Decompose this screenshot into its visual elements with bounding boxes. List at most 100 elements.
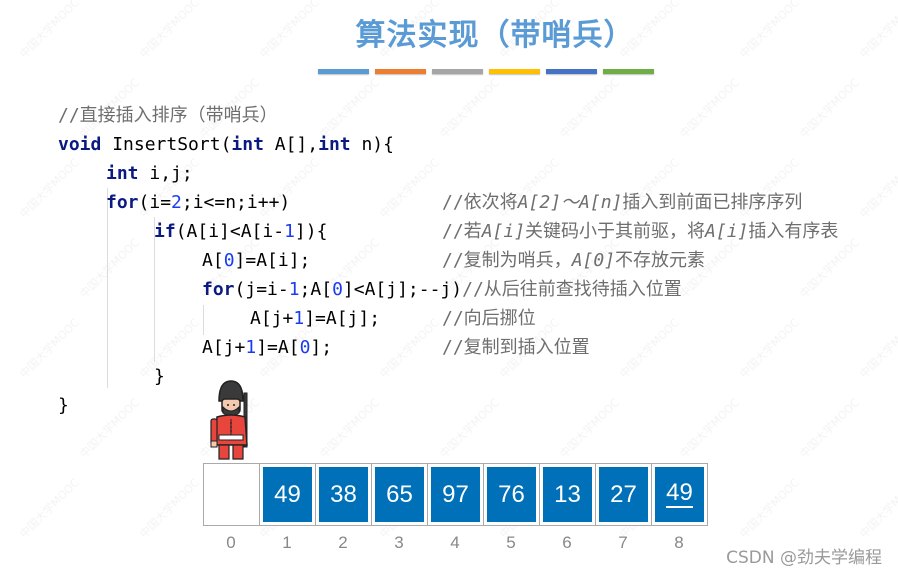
cell-value-text: 76 <box>498 480 525 508</box>
color-bar <box>432 69 483 74</box>
cell-value-text: 38 <box>330 480 357 508</box>
comment-code: A[i] <box>705 221 749 242</box>
array-indices: 0 1 2 3 4 5 6 7 8 <box>203 533 707 553</box>
number-literal: 1 <box>288 279 300 300</box>
accent-color-bars <box>318 69 654 74</box>
array-cell: 13 <box>540 464 596 525</box>
array-index-label: 5 <box>506 533 516 552</box>
code-comment: //依次将A[2]～A[n]插入到前面已排序序列 <box>442 188 802 217</box>
color-bar <box>603 69 654 74</box>
cell-value: 13 <box>543 467 592 522</box>
comment-text: 插入到前面已排序序列 <box>622 192 803 213</box>
code-text: A[j+ <box>202 337 246 358</box>
array-index-label: 6 <box>562 533 572 552</box>
comment-text: 关键码小于其前驱，将 <box>525 221 706 242</box>
number-literal: 0 <box>332 279 343 300</box>
array-index-label: 0 <box>226 533 236 552</box>
code-line-function-signature: void InsertSort(int A[],int n){ <box>58 130 394 159</box>
code-text: ]=A[ <box>256 337 300 358</box>
array-index-label: 7 <box>618 533 628 552</box>
indent-guide <box>107 188 108 388</box>
watermark-text: 中国大学MOOC <box>137 476 202 541</box>
code-text: A[ <box>202 250 224 271</box>
cell-value-text: 49 <box>666 479 693 508</box>
array-cell: 38 <box>316 464 372 525</box>
code-line-if: if(A[i]<A[i-1]){ <box>154 217 327 246</box>
watermark-text: 中国大学MOOC <box>617 316 682 381</box>
comment-code: A[0] <box>571 250 616 271</box>
keyword: for <box>106 192 139 213</box>
color-bar <box>546 69 597 74</box>
code-text: ]=A[i]; <box>234 250 311 271</box>
code-line-insert: A[j+1]=A[0]; <box>202 333 332 362</box>
cell-value: 49 <box>263 467 312 522</box>
comment-code: A[2]～A[n] <box>517 192 623 213</box>
array-index-label: 8 <box>674 533 684 552</box>
cell-value: 27 <box>599 467 648 522</box>
watermark-text: 中国大学MOOC <box>77 236 142 301</box>
code-text: InsertSort( <box>101 134 232 155</box>
watermark-text: 中国大学MOOC <box>17 156 82 221</box>
code-text: A[], <box>263 134 319 155</box>
array-index-label: 2 <box>338 533 348 552</box>
color-bar <box>318 69 369 74</box>
code-comment: //从后往前查找待插入位置 <box>462 279 682 300</box>
credit-watermark: CSDN @劲夫学编程 <box>726 548 882 568</box>
code-comment: //复制到插入位置 <box>442 337 590 358</box>
cell-value-text: 97 <box>442 480 469 508</box>
code-text: (j=i- <box>234 279 289 300</box>
code-comment-header: //直接插入排序（带哨兵） <box>58 105 278 126</box>
color-bar <box>489 69 540 74</box>
watermark-text: 中国大学MOOC <box>437 76 502 141</box>
code-line-close-if: } <box>154 366 165 387</box>
comment-text: 不存放元素 <box>615 250 706 271</box>
keyword: if <box>154 221 176 242</box>
code-text: ;A[ <box>299 279 333 300</box>
keyword: void <box>58 134 102 155</box>
comment-text: 插入有序表 <box>748 221 839 242</box>
code-comment: //若A[i]关键码小于其前驱，将A[i]插入有序表 <box>442 217 838 246</box>
code-text: (i= <box>138 192 172 213</box>
code-text: i,j; <box>138 163 193 184</box>
cell-value-text: 65 <box>386 480 413 508</box>
watermark-text: 中国大学MOOC <box>557 396 622 461</box>
code-line-sentinel-assign: A[0]=A[i]; <box>202 246 310 275</box>
indent-guide <box>203 305 204 335</box>
watermark-text: 中国大学MOOC <box>797 76 862 141</box>
code-line-close-function: } <box>58 395 69 416</box>
watermark-text: 中国大学MOOC <box>317 396 382 461</box>
code-text: ]){ <box>294 221 328 242</box>
watermark-text: 中国大学MOOC <box>17 316 82 381</box>
number-literal: 1 <box>293 308 305 329</box>
watermark-text: 中国大学MOOC <box>557 76 622 141</box>
sentinel-cell <box>204 464 260 525</box>
array-cell: 97 <box>428 464 484 525</box>
watermark-text: 中国大学MOOC <box>857 476 898 541</box>
cell-value: 76 <box>487 467 536 522</box>
watermark-text: 中国大学MOOC <box>137 316 202 381</box>
cell-value: 49 <box>655 467 704 522</box>
number-literal: 1 <box>245 337 257 358</box>
number-literal: 2 <box>171 192 182 213</box>
array-index-label: 4 <box>450 533 460 552</box>
code-comment: //复制为哨兵，A[0]不存放元素 <box>442 246 705 275</box>
comment-text: //复制为哨兵， <box>442 250 572 271</box>
comment-code: A[i] <box>481 221 526 242</box>
array-cell: 49 <box>652 464 708 525</box>
slide-title: 算法实现（带哨兵） <box>355 18 635 53</box>
code-text: ]; <box>310 337 333 358</box>
array-cell: 76 <box>484 464 540 525</box>
array-cell: 65 <box>372 464 428 525</box>
keyword: for <box>202 279 235 300</box>
number-literal: 0 <box>223 250 235 271</box>
watermark-text: 中国大学MOOC <box>857 156 898 221</box>
watermark-text: 中国大学MOOC <box>677 396 742 461</box>
color-bar <box>375 69 426 74</box>
watermark-text: 中国大学MOOC <box>77 396 142 461</box>
code-line-inner-for: for(j=i-1;A[0]<A[j];--j)//从后往前查找待插入位置 <box>202 275 682 304</box>
keyword: int <box>106 163 139 184</box>
watermark-text: 中国大学MOOC <box>677 76 742 141</box>
array-cells: 49 38 65 97 76 13 27 49 <box>203 463 708 526</box>
cell-value-text: 27 <box>610 480 637 508</box>
keyword: int <box>231 134 264 155</box>
